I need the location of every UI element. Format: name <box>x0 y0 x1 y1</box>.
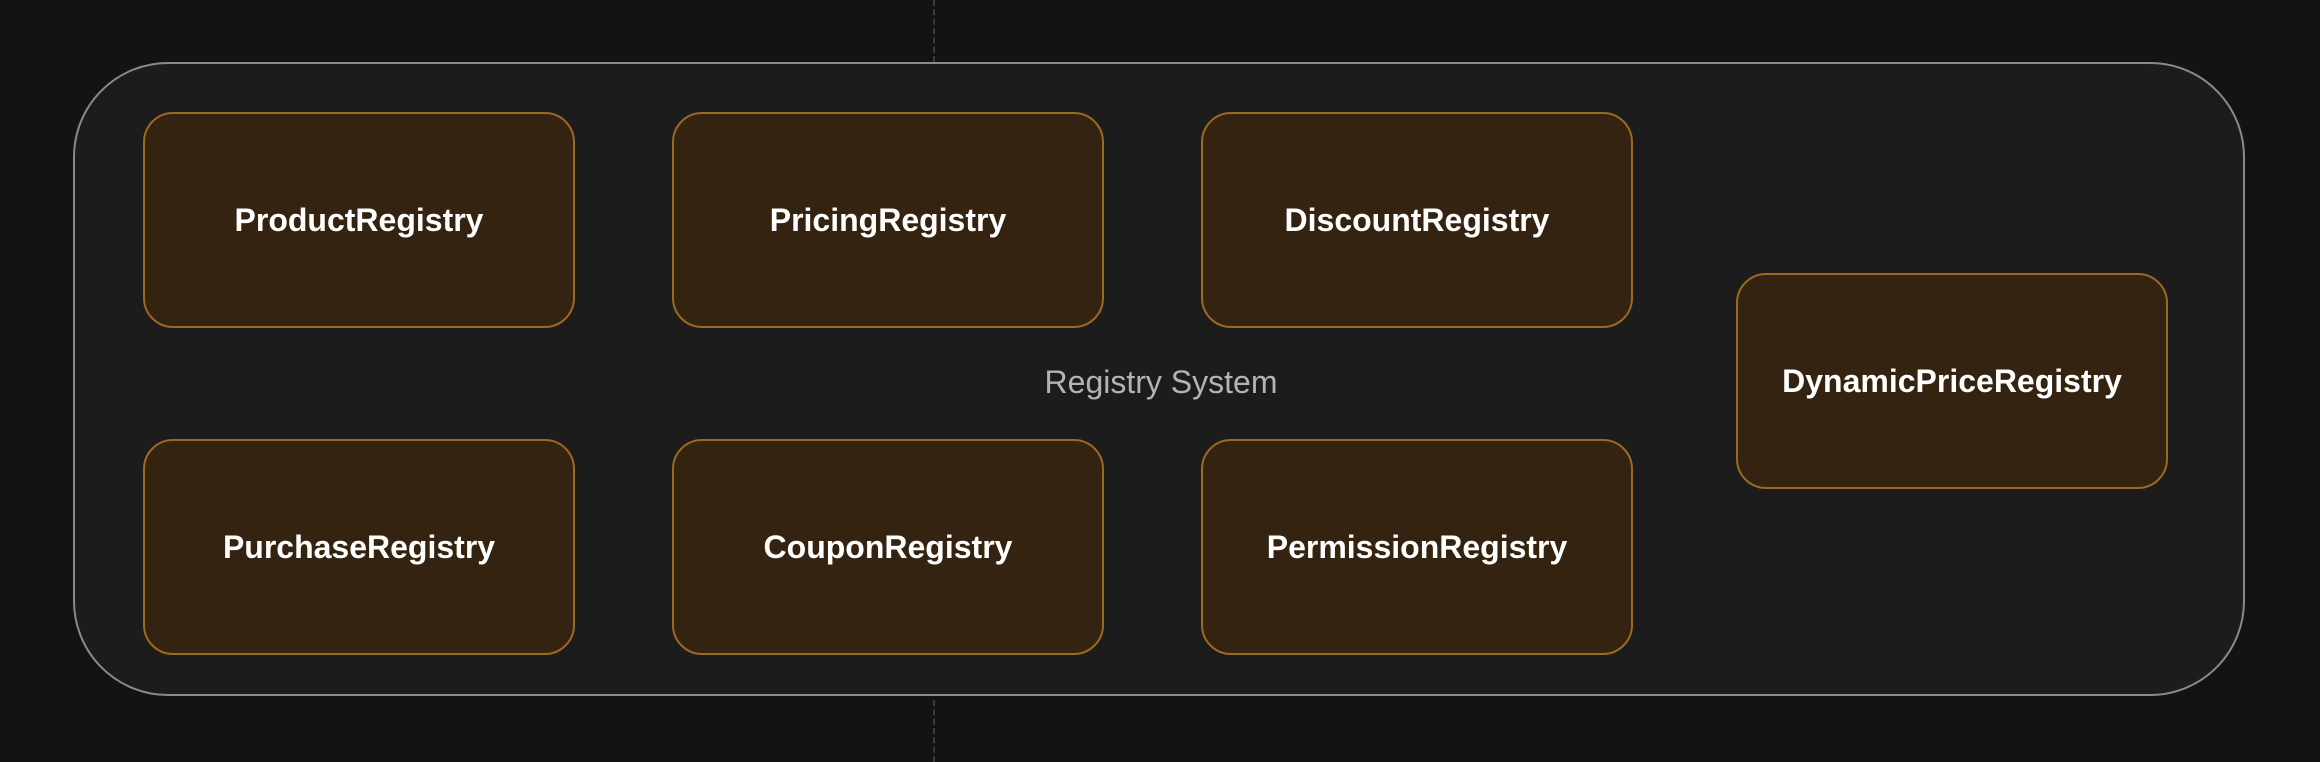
node-pricing-registry[interactable]: PricingRegistry <box>672 112 1104 328</box>
node-coupon-registry[interactable]: CouponRegistry <box>672 439 1104 655</box>
node-permission-registry[interactable]: PermissionRegistry <box>1201 439 1633 655</box>
node-product-registry[interactable]: ProductRegistry <box>143 112 575 328</box>
group-label: Registry System <box>1044 364 1278 400</box>
diagram-canvas: Registry System ProductRegistry PricingR… <box>0 0 2320 762</box>
node-purchase-registry[interactable]: PurchaseRegistry <box>143 439 575 655</box>
connector-line-top <box>933 0 935 62</box>
node-dynamic-price-registry[interactable]: DynamicPriceRegistry <box>1736 273 2168 489</box>
connector-line-bottom <box>933 700 935 762</box>
node-discount-registry[interactable]: DiscountRegistry <box>1201 112 1633 328</box>
